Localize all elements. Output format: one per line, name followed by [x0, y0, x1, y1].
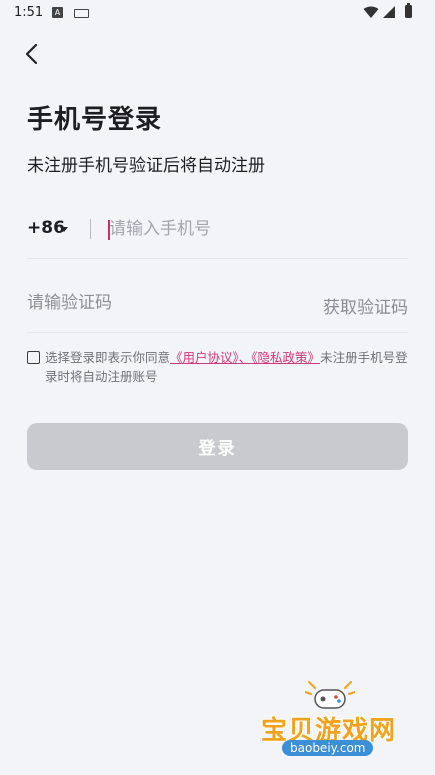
signal-icon: [383, 6, 395, 18]
status-icons: [361, 3, 421, 21]
status-bar: 1:51 A: [0, 0, 435, 26]
divider: [90, 219, 91, 239]
back-button[interactable]: [20, 40, 46, 68]
login-button[interactable]: 登录: [27, 423, 408, 470]
watermark-url: baobeiy.com: [282, 740, 374, 756]
page-subtitle: 未注册手机号验证后将自动注册: [27, 156, 265, 176]
text-cursor: [108, 220, 110, 240]
agreement-text: 选择登录即表示你同意《用户协议》、《隐私政策》未注册手机号登录时将自动注册账号: [45, 348, 413, 386]
user-agreement-link[interactable]: 《用户协议》: [170, 350, 239, 365]
page-title: 手机号登录: [27, 105, 163, 135]
chevron-left-icon: [25, 43, 38, 65]
gamepad-logo-icon: [305, 681, 355, 709]
verification-code-input[interactable]: [27, 289, 267, 317]
verification-row: 获取验证码: [27, 283, 408, 333]
watermark: 宝贝游戏网 baobeiy.com: [255, 680, 415, 770]
phone-row: +86: [27, 210, 408, 259]
get-code-button[interactable]: 获取验证码: [323, 293, 408, 318]
wifi-icon: [363, 6, 379, 18]
status-time: 1:51: [14, 5, 44, 20]
privacy-policy-link[interactable]: 《隐私政策》: [251, 350, 320, 365]
agreement-checkbox[interactable]: [27, 351, 40, 364]
agreement-separator: 、: [238, 350, 252, 365]
keyboard-icon: [74, 9, 89, 18]
phone-input[interactable]: [107, 215, 399, 243]
notification-a-icon: A: [52, 7, 63, 18]
agreement-prefix: 选择登录即表示你同意: [45, 350, 171, 365]
caret-down-icon[interactable]: [60, 227, 68, 232]
battery-icon: [405, 3, 412, 18]
